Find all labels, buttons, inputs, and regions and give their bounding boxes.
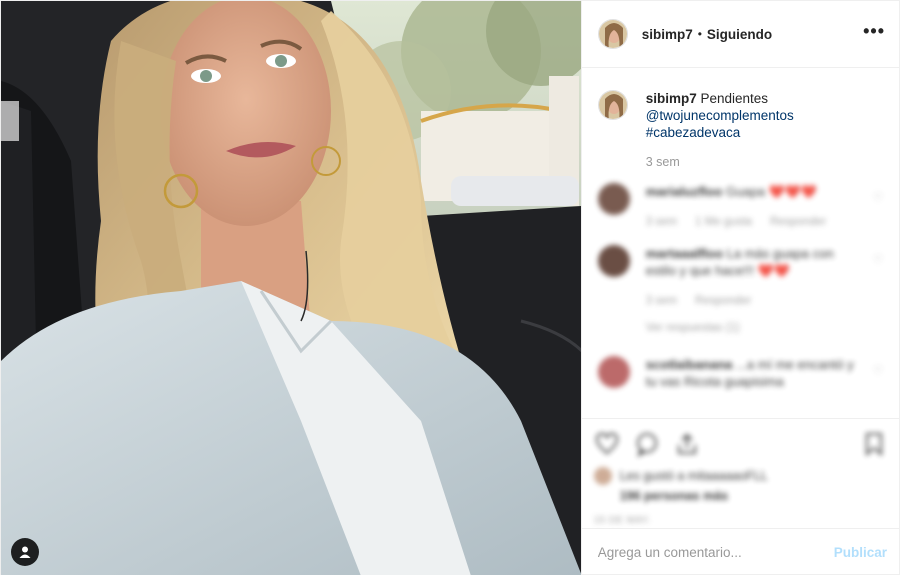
caption-timestamp[interactable]: 3 sem (646, 155, 883, 169)
separator-dot: • (697, 27, 702, 41)
post-caption: sibimp7 Pendientes @twojunecomplementos … (597, 90, 883, 141)
likes-summary[interactable]: Les gustó a mitaaaaaoFLL (593, 467, 887, 485)
post-modal: sibimp7 • Siguiendo ••• sibimp7 Pendient… (0, 0, 900, 575)
caption-username[interactable]: sibimp7 (646, 91, 697, 106)
comment-item: scotlaibanana ...a mí me encantó y tu va… (597, 356, 883, 390)
view-replies-link[interactable]: Ver respuestas (1) (646, 322, 883, 334)
post-actions: Les gustó a mitaaaaaoFLL 196 personas má… (581, 418, 899, 528)
caption-mention-link[interactable]: @twojunecomplementos (646, 107, 794, 124)
author-username[interactable]: sibimp7 (642, 27, 693, 42)
likes-text: Les gustó a mitaaaaaoFLL (619, 469, 768, 483)
comment-reply-button[interactable]: Responder (695, 293, 751, 310)
comment-icon[interactable] (634, 431, 660, 457)
add-comment-bar: Publicar (581, 528, 899, 575)
comment-time[interactable]: 3 sem (646, 293, 677, 310)
comment-item: marialuzfloo Guapa ❤️❤️❤️ 3 sem 1 Me gus… (597, 183, 883, 231)
blurred-comments: marialuzfloo Guapa ❤️❤️❤️ 3 sem 1 Me gus… (597, 183, 883, 390)
tagged-users-button[interactable] (11, 538, 39, 566)
caption-body: Pendientes (700, 91, 769, 106)
caption-hashtag-link[interactable]: #cabezadevaca (646, 124, 794, 141)
caption-avatar[interactable] (597, 90, 628, 120)
commenter-username[interactable]: marialuzfloo (646, 184, 723, 199)
commenter-username[interactable]: martaaalfloo (646, 246, 723, 261)
person-icon (19, 546, 31, 558)
commenter-avatar[interactable] (597, 356, 630, 388)
commenter-avatar[interactable] (597, 245, 630, 277)
comment-time[interactable]: 3 sem (646, 214, 677, 231)
bookmark-icon[interactable] (861, 431, 887, 457)
ellipsis-icon[interactable]: ••• (863, 22, 885, 42)
likes-count[interactable]: 196 personas más (620, 489, 887, 503)
action-icons (594, 431, 887, 457)
selfie-image (1, 1, 581, 575)
comment-input[interactable] (597, 545, 834, 560)
publish-button[interactable]: Publicar (834, 545, 887, 560)
post-photo[interactable] (1, 1, 581, 575)
comment-item: martaaalfloo La más guapa con estilo y q… (597, 245, 883, 310)
post-date[interactable]: 15 DE MAY. (594, 515, 887, 526)
blurred-actions: Les gustó a mitaaaaaoFLL 196 personas má… (593, 431, 887, 526)
comment-text: Guapa ❤️❤️❤️ (725, 184, 818, 199)
commenter-avatar[interactable] (597, 183, 630, 215)
author-avatar[interactable] (597, 19, 628, 49)
caption-text: sibimp7 Pendientes @twojunecomplementos … (646, 90, 794, 141)
following-button[interactable]: Siguiendo (707, 27, 772, 42)
heart-icon[interactable] (594, 431, 620, 457)
comments-list: sibimp7 Pendientes @twojunecomplementos … (582, 68, 899, 418)
comment-likes[interactable]: 1 Me gusta (695, 214, 752, 231)
share-icon[interactable] (674, 431, 700, 457)
post-side-panel: sibimp7 • Siguiendo ••• sibimp7 Pendient… (580, 1, 899, 575)
comment-reply-button[interactable]: Responder (770, 214, 826, 231)
heart-outline-icon[interactable]: ♡ (873, 253, 883, 266)
comment-meta: 3 sem 1 Me gusta Responder (646, 214, 856, 231)
heart-outline-icon[interactable]: ♡ (873, 191, 883, 204)
liker-avatar (593, 467, 612, 485)
commenter-username[interactable]: scotlaibanana (646, 357, 733, 372)
post-header: sibimp7 • Siguiendo ••• (581, 1, 899, 68)
comment-meta: 3 sem Responder (646, 293, 856, 310)
heart-outline-icon[interactable]: ♡ (873, 364, 883, 377)
